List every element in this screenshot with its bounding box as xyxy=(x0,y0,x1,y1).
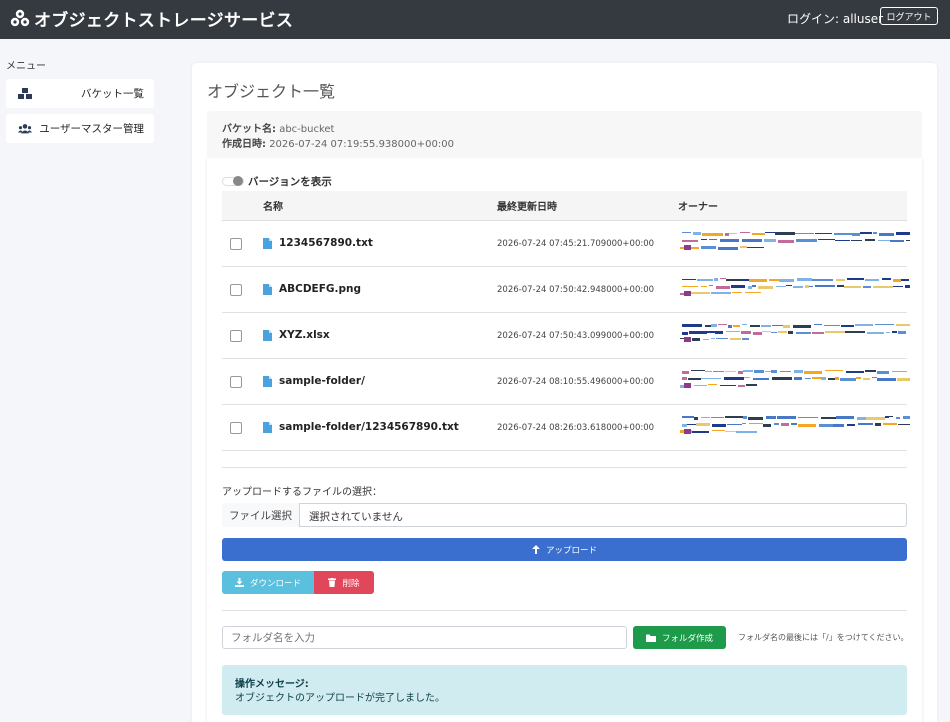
app-title: オブジェクトストレージサービス xyxy=(34,11,294,31)
trash-icon xyxy=(328,578,337,587)
file-updated-date: 2026-07-24 08:10:55.496000+00:00 xyxy=(497,377,655,387)
upload-label: アップロードするファイルの選択： xyxy=(222,487,382,498)
version-toggle[interactable] xyxy=(222,176,244,186)
owner-value-garbled xyxy=(680,232,910,250)
bucket-created-label: 作成日時: xyxy=(222,139,266,150)
folder-hint-text: フォルダ名の最後には「/」をつけてください。 xyxy=(738,633,909,642)
file-updated-date: 2026-07-24 07:45:21.709000+00:00 xyxy=(497,239,655,249)
folder-name-input[interactable] xyxy=(222,626,627,649)
owner-value-garbled xyxy=(680,370,910,388)
download-button-label: ダウンロード xyxy=(249,578,301,589)
logout-button[interactable]: ログアウト xyxy=(880,7,938,25)
file-name-link[interactable]: XYZ.xlsx xyxy=(279,329,330,341)
file-icon xyxy=(263,422,272,433)
file-updated-date: 2026-07-24 07:50:42.948000+00:00 xyxy=(497,285,655,295)
section-divider xyxy=(222,467,907,468)
page-title: オブジェクト一覧 xyxy=(207,82,336,101)
file-name-link[interactable]: ABCDEFG.png xyxy=(279,283,361,295)
file-name-link[interactable]: sample-folder/ xyxy=(279,375,365,387)
object-table-header xyxy=(222,191,907,221)
download-button[interactable]: ダウンロード xyxy=(222,571,314,594)
file-icon xyxy=(263,330,272,341)
arrow-up-icon xyxy=(531,545,540,554)
column-header-owner[interactable]: オーナー xyxy=(678,198,718,213)
row-checkbox[interactable] xyxy=(230,284,242,296)
owner-value-garbled xyxy=(680,278,910,296)
sidebar-item-label: ユーザーマスター管理 xyxy=(39,123,144,135)
owner-value-garbled xyxy=(680,324,910,342)
owner-value-garbled xyxy=(680,416,910,434)
column-header-updated[interactable]: 最終更新日時 xyxy=(497,198,557,213)
delete-button-label: 削除 xyxy=(342,578,360,589)
sidebar-menu-label: メニュー xyxy=(6,61,46,72)
alert-title: 操作メッセージ: xyxy=(235,679,309,690)
row-checkbox[interactable] xyxy=(230,238,242,250)
file-icon xyxy=(263,238,272,249)
file-icon xyxy=(263,284,272,295)
row-checkbox[interactable] xyxy=(230,376,242,388)
file-status-text: 選択されていません xyxy=(309,511,403,523)
file-select-button[interactable]: ファイル選択 xyxy=(222,503,300,527)
file-name-link[interactable]: sample-folder/1234567890.txt xyxy=(279,421,459,433)
upload-button[interactable]: アップロード xyxy=(222,538,907,561)
bucket-name-label: バケット名: xyxy=(222,124,276,135)
download-icon xyxy=(234,578,244,587)
column-header-name[interactable]: 名称 xyxy=(263,198,283,213)
bucket-name-value: abc-bucket xyxy=(279,124,335,135)
row-checkbox[interactable] xyxy=(230,422,242,434)
top-navbar: オブジェクトストレージサービス ログイン: alluser ログアウト xyxy=(0,0,950,39)
create-folder-button-label: フォルダ作成 xyxy=(661,633,713,644)
create-folder-button[interactable]: フォルダ作成 xyxy=(633,626,726,649)
section-divider xyxy=(222,610,907,611)
sidebar-item-user-master[interactable]: ユーザーマスター管理 xyxy=(6,114,154,143)
cubes-logo-icon xyxy=(10,9,30,27)
bucket-created-value: 2026-07-24 07:19:55.938000+00:00 xyxy=(269,139,454,150)
upload-button-label: アップロード xyxy=(545,545,597,556)
folder-icon xyxy=(645,634,656,642)
file-updated-date: 2026-07-24 07:50:43.099000+00:00 xyxy=(497,331,655,341)
login-user-text: ログイン: alluser xyxy=(787,12,884,26)
bucket-created-row: 作成日時: 2026-07-24 07:19:55.938000+00:00 xyxy=(222,135,454,150)
delete-button[interactable]: 削除 xyxy=(314,571,374,594)
alert-message: オブジェクトのアップロードが完了しました。 xyxy=(235,693,445,704)
row-checkbox[interactable] xyxy=(230,330,242,342)
file-name-link[interactable]: 1234567890.txt xyxy=(279,237,373,249)
toggle-knob xyxy=(233,176,243,186)
sidebar-item-label: バケット一覧 xyxy=(81,88,144,100)
version-toggle-label: バージョンを表示 xyxy=(248,176,332,188)
file-updated-date: 2026-07-24 08:26:03.618000+00:00 xyxy=(497,423,655,433)
bucket-name-row: バケット名: abc-bucket xyxy=(222,120,334,135)
sidebar-item-bucket-list[interactable]: バケット一覧 xyxy=(6,79,154,108)
file-icon xyxy=(263,376,272,387)
